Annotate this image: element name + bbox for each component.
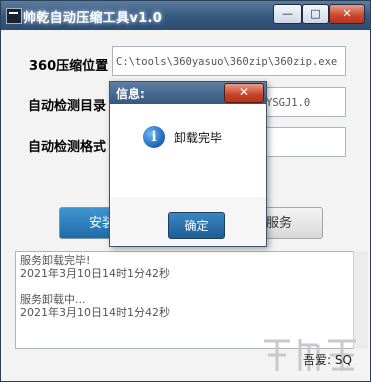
dialog-title-bar[interactable]: 信息: ✕: [110, 82, 266, 104]
title-bar[interactable]: 帅乾自动压缩工具v1.0 — □ ✕: [1, 1, 370, 30]
log-line: 2021年3月10日14时1分42秒: [20, 267, 170, 280]
format-label: 自动检测格式: [28, 140, 107, 155]
app-icon: [6, 8, 22, 24]
main-window: 帅乾自动压缩工具v1.0 — □ ✕ 360压缩位置 C:\tools\360y…: [0, 0, 371, 382]
info-icon: i: [143, 126, 165, 148]
footer-credit: 吾爱: SQ: [303, 353, 352, 367]
dialog-ok-button[interactable]: 确定: [168, 212, 225, 239]
log-line: 2021年3月10日14时1分42秒: [20, 306, 170, 319]
minimize-button[interactable]: —: [273, 4, 302, 24]
maximize-button[interactable]: □: [302, 4, 329, 24]
dialog-message: 卸载完毕: [174, 131, 223, 145]
log-line: 服务卸载完毕!: [20, 254, 91, 267]
window-title: 帅乾自动压缩工具v1.0: [23, 11, 163, 26]
dialog-close-button[interactable]: ✕: [224, 83, 264, 103]
dialog-title: 信息:: [116, 87, 145, 101]
dialog-body: [110, 104, 266, 197]
dir-label: 自动检测目录: [28, 99, 107, 114]
info-dialog: 信息: ✕ i 卸载完毕 确定: [109, 81, 267, 247]
close-button[interactable]: ✕: [329, 4, 365, 24]
path-label: 360压缩位置: [29, 59, 109, 74]
log-line: 服务卸载中...: [20, 293, 86, 306]
path-input[interactable]: C:\tools\360yasuo\360zip\360zip.exe: [112, 46, 346, 76]
